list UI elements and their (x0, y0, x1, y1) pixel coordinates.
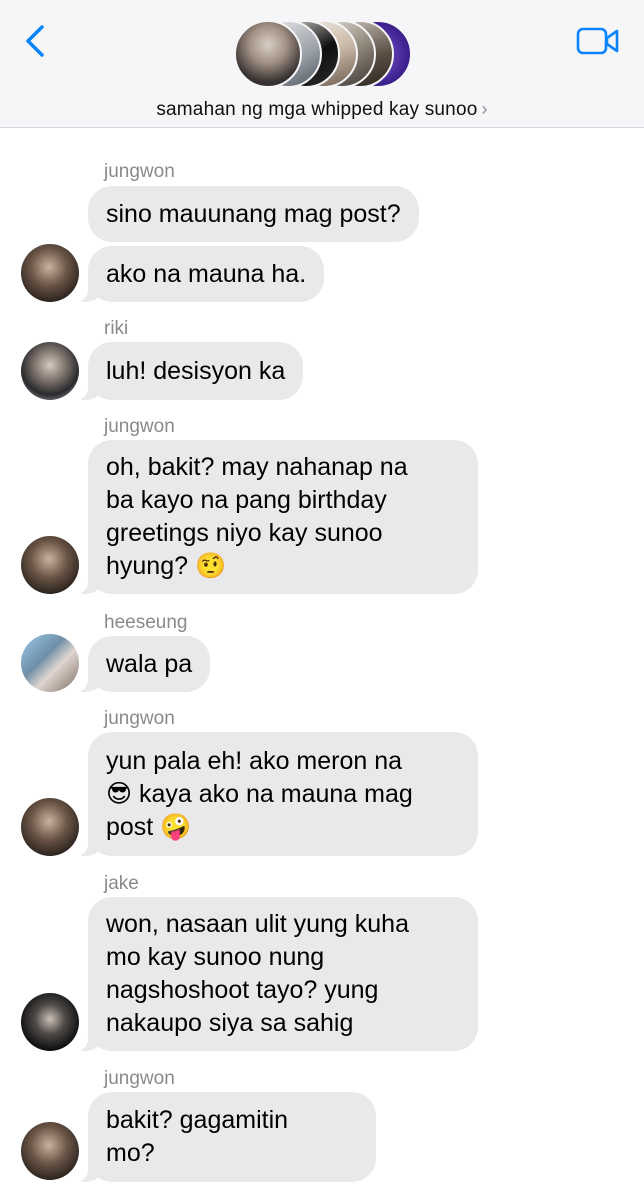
message-text: yun pala eh! ako meron na 😎 kaya ako na … (106, 746, 413, 841)
sender-name: riki (104, 318, 129, 339)
sender-name: jungwon (104, 416, 175, 437)
message-text: ako na mauna ha. (106, 259, 307, 288)
sender-name: jungwon (104, 1068, 175, 1089)
message-text: bakit? gagamitin mo? (106, 1106, 289, 1167)
message-text: sino mauunang mag post? (106, 199, 401, 228)
message-thread[interactable]: jungwon sino mauunang mag post? ako na m… (0, 128, 644, 1200)
sender-name: heeseung (104, 612, 188, 633)
sender-name: jungwon (104, 708, 175, 729)
message-text: oh, bakit? may nahanap na ba kayo na pan… (106, 453, 408, 580)
message-bubble[interactable]: won, nasaan ulit yung kuha mo kay sunoo … (76, 897, 478, 1051)
video-call-icon[interactable] (576, 26, 620, 56)
group-name-button[interactable]: samahan ng mga whipped kay sunoo › (0, 99, 644, 121)
group-name-label: samahan ng mga whipped kay sunoo (156, 99, 478, 120)
avatar-jungwon[interactable] (21, 1122, 79, 1180)
avatar-jungwon[interactable] (21, 798, 79, 856)
message-bubble[interactable]: ako na mauna ha. (75, 246, 325, 302)
avatar-jake[interactable] (21, 993, 79, 1051)
sender-name: jake (104, 873, 139, 894)
conversation-header: samahan ng mga whipped kay sunoo › (0, 0, 644, 128)
message-bubble[interactable]: bakit? gagamitin mo? (76, 1092, 376, 1182)
avatar-heeseung[interactable] (21, 634, 79, 692)
avatar-jungwon[interactable] (21, 244, 79, 302)
avatar-jungwon[interactable] (21, 536, 79, 594)
message-bubble[interactable]: sino mauunang mag post? (88, 186, 419, 242)
message-bubble[interactable]: oh, bakit? may nahanap na ba kayo na pan… (76, 440, 478, 594)
message-bubble[interactable]: luh! desisyon ka (75, 342, 304, 400)
chevron-right-icon: › (481, 99, 488, 119)
message-text: won, nasaan ulit yung kuha mo kay sunoo … (106, 910, 409, 1037)
message-bubble[interactable]: wala pa (75, 636, 211, 692)
avatar-riki[interactable] (21, 342, 79, 400)
message-text: luh! desisyon ka (106, 356, 286, 385)
group-avatar-stack[interactable] (234, 20, 414, 90)
sender-name: jungwon (104, 161, 175, 182)
message-bubble[interactable]: yun pala eh! ako meron na 😎 kaya ako na … (76, 732, 478, 856)
message-text: wala pa (106, 649, 193, 678)
back-chevron-icon[interactable] (22, 24, 50, 58)
group-member-avatar (234, 20, 302, 88)
